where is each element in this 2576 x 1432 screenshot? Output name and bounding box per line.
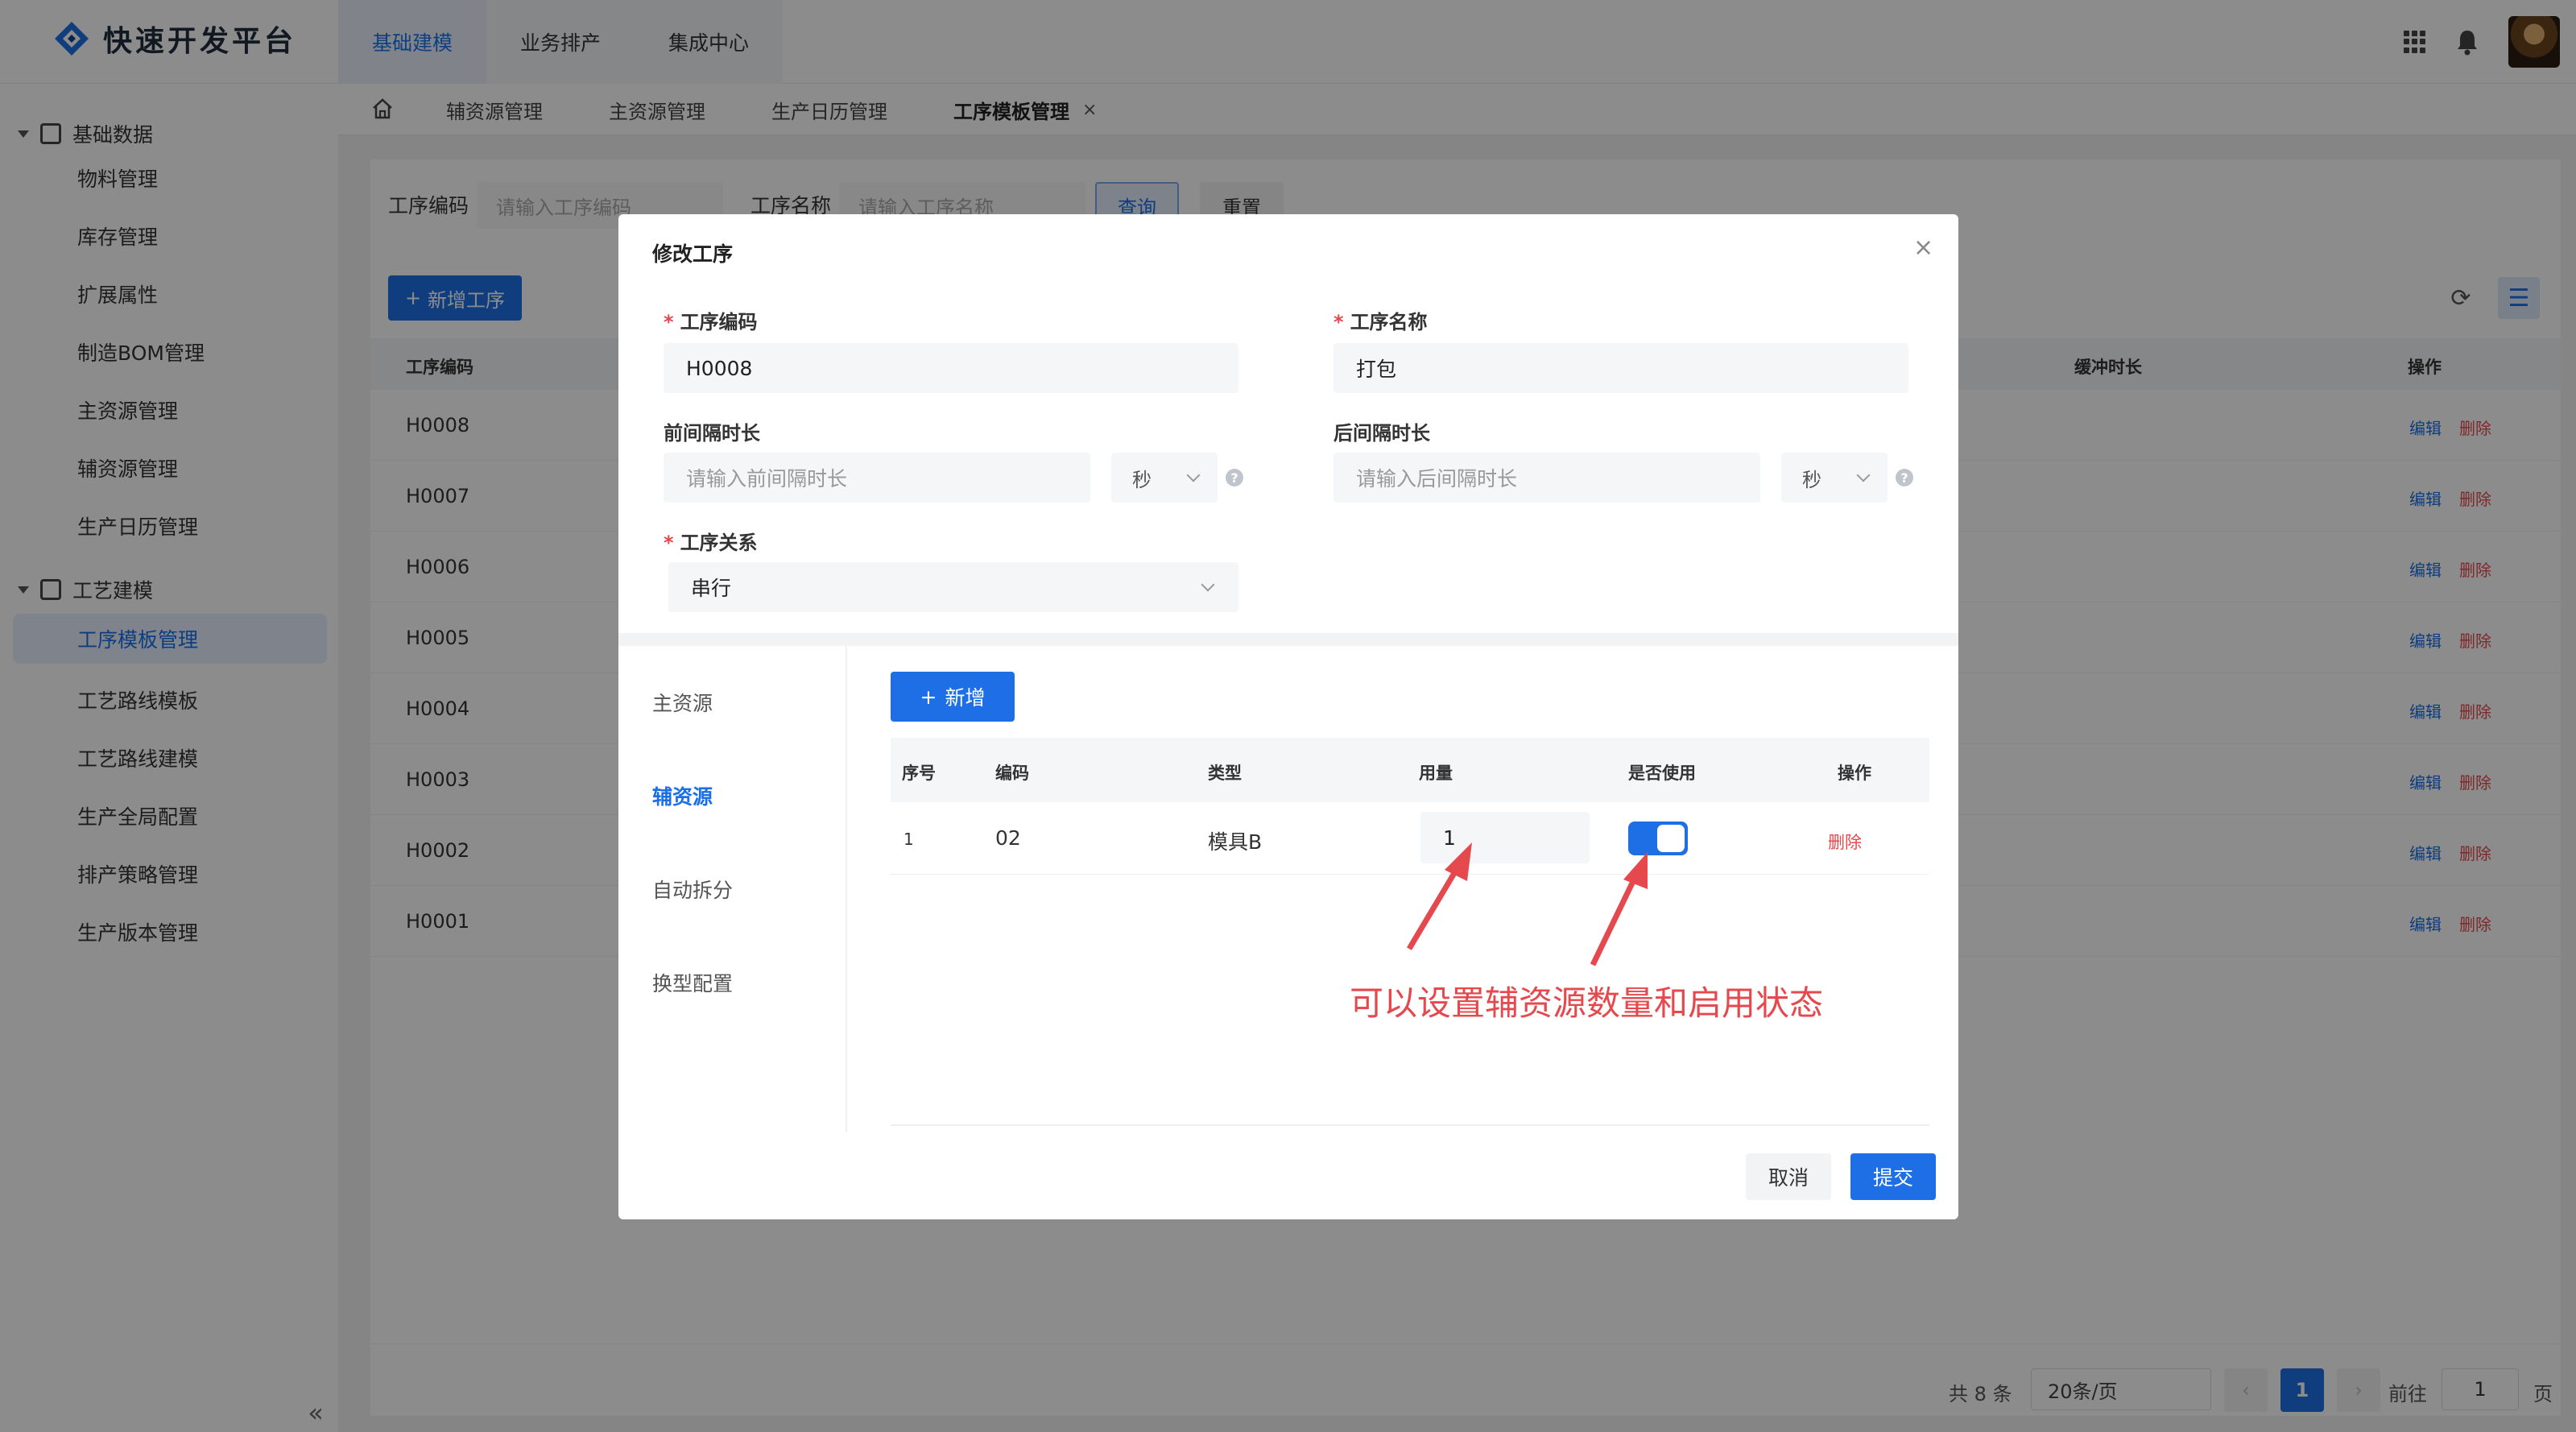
side-tab-auto-split[interactable]: 自动拆分 (652, 875, 733, 904)
submit-button[interactable]: 提交 (1850, 1153, 1936, 1200)
edit-process-dialog: 修改工序 × * 工序编码 H0008 * 工序名称 打包 前间隔时长 请输入前间隔… (618, 214, 1958, 1219)
th-qty: 用量 (1419, 764, 1453, 783)
resource-side-tabs: 主资源 辅资源 自动拆分 换型配置 (618, 646, 847, 1132)
help-icon[interactable]: ? (1226, 469, 1243, 486)
chevron-down-icon (1186, 468, 1201, 482)
relation-field-label: * 工序关系 (664, 532, 758, 554)
side-tab-changeover[interactable]: 换型配置 (652, 968, 733, 997)
close-icon[interactable]: × (1913, 234, 1933, 262)
section-divider (618, 633, 1958, 646)
post-interval-input[interactable]: 请输入后间隔时长 (1333, 453, 1760, 503)
name-field-label: * 工序名称 (1333, 311, 1428, 333)
aux-table-row: 1 02 模具B 1 删除 (891, 802, 1929, 875)
th-index: 序号 (902, 764, 936, 783)
th-enabled: 是否使用 (1628, 764, 1696, 783)
side-tab-main-resource[interactable]: 主资源 (652, 688, 713, 717)
chevron-down-icon (1856, 468, 1871, 482)
annotation-text: 可以设置辅资源数量和启用状态 (1350, 983, 1824, 1023)
post-interval-unit-select[interactable]: 秒 (1781, 453, 1888, 503)
aux-table-header: 序号 编码 类型 用量 是否使用 操作 (891, 738, 1929, 802)
th-ops: 操作 (1838, 764, 1871, 783)
pre-interval-unit-select[interactable]: 秒 (1111, 453, 1218, 503)
th-code: 编码 (995, 764, 1029, 783)
unit-value: 秒 (1132, 468, 1152, 491)
quantity-input[interactable]: 1 (1420, 812, 1590, 863)
dialog-title: 修改工序 (652, 242, 734, 266)
enabled-toggle[interactable] (1628, 822, 1688, 855)
chevron-down-icon (1201, 577, 1215, 592)
post-interval-label: 后间隔时长 (1333, 422, 1430, 445)
cancel-button[interactable]: 取消 (1746, 1153, 1831, 1200)
row-index: 1 (903, 830, 914, 849)
plus-icon: + (920, 685, 937, 709)
code-field-label: * 工序编码 (664, 311, 758, 333)
row-type: 模具B (1208, 830, 1263, 854)
delete-row-link[interactable]: 删除 (1828, 830, 1862, 854)
relation-value: 串行 (691, 577, 732, 600)
name-field[interactable]: 打包 (1333, 343, 1908, 393)
add-aux-resource-button[interactable]: + 新增 (891, 672, 1015, 722)
table-bottom-divider (891, 1124, 1929, 1126)
relation-select[interactable]: 串行 (668, 562, 1238, 612)
help-icon[interactable]: ? (1896, 469, 1913, 486)
row-code: 02 (995, 826, 1021, 850)
th-type: 类型 (1208, 764, 1242, 783)
toggle-knob (1657, 825, 1685, 852)
pre-interval-input[interactable]: 请输入前间隔时长 (664, 453, 1090, 503)
unit-value: 秒 (1802, 468, 1821, 491)
add-aux-resource-label: 新增 (945, 686, 986, 710)
code-field[interactable]: H0008 (664, 343, 1238, 393)
side-tab-aux-resource[interactable]: 辅资源 (652, 781, 713, 810)
pre-interval-label: 前间隔时长 (664, 422, 760, 445)
